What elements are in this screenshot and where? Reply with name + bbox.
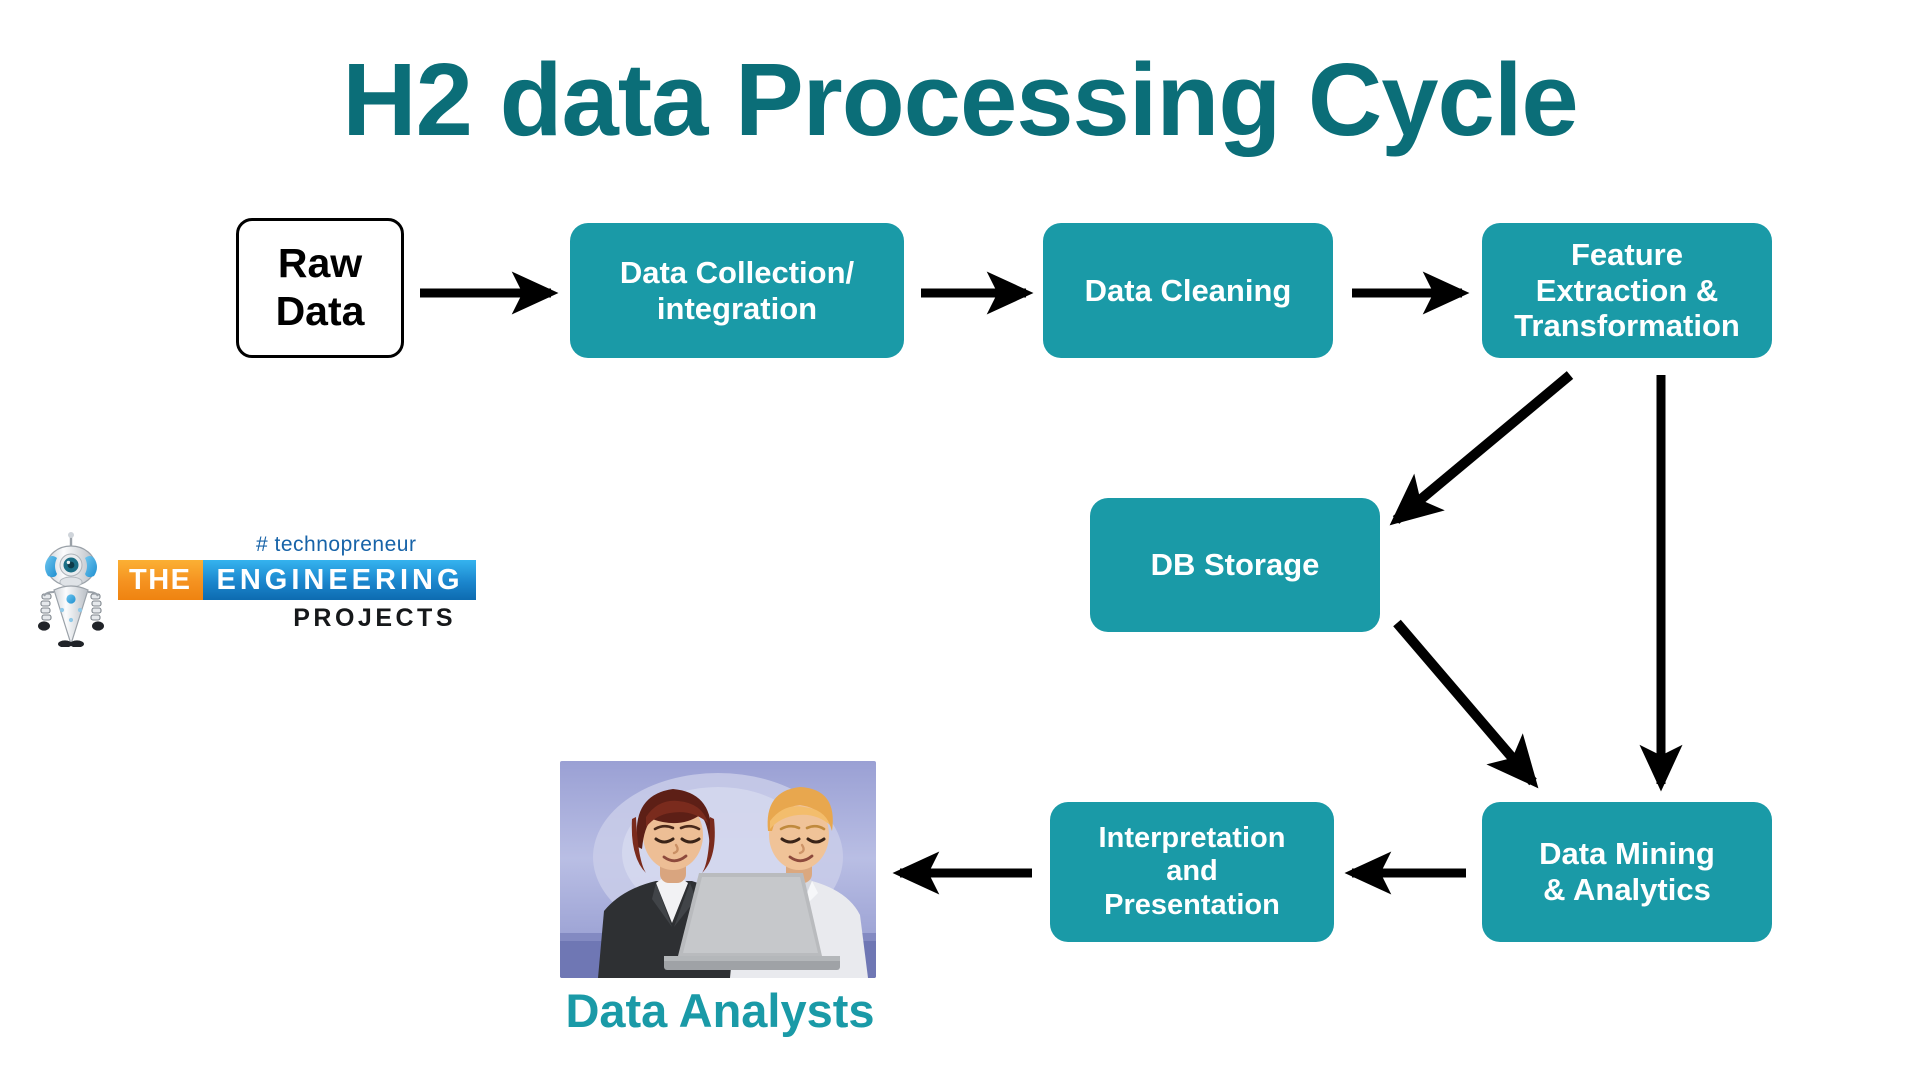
node-feature-extraction-label: Feature Extraction & Transformation: [1514, 236, 1740, 344]
node-db-storage[interactable]: DB Storage: [1090, 498, 1380, 632]
diagram-canvas: H2 data Processing Cycle Raw Data Data C…: [0, 0, 1920, 1080]
data-analysts-illustration: [560, 761, 876, 978]
node-data-mining-analytics-label: Data Mining & Analytics: [1539, 836, 1715, 907]
node-data-mining-analytics[interactable]: Data Mining & Analytics: [1482, 802, 1772, 942]
node-data-collection-label: Data Collection/ integration: [619, 254, 855, 326]
node-raw-data[interactable]: Raw Data: [236, 218, 404, 358]
logo-tagline: # technopreneur: [256, 533, 417, 556]
node-interpretation-presentation[interactable]: Interpretation and Presentation: [1050, 802, 1334, 942]
arrow-feature-to-db: [1389, 371, 1574, 526]
node-data-collection[interactable]: Data Collection/ integration: [570, 223, 904, 358]
arrow-db-to-mining: [1393, 619, 1539, 789]
data-analysts-caption: Data Analysts: [565, 984, 875, 1037]
logo-wordmark: THE ENGINEERING: [118, 560, 476, 600]
robot-mascot-icon: [34, 532, 108, 647]
logo-word-the: THE: [118, 560, 203, 600]
node-data-cleaning-label: Data Cleaning: [1084, 272, 1292, 308]
logo-word-projects: PROJECTS: [293, 604, 456, 632]
node-db-storage-label: DB Storage: [1150, 547, 1320, 583]
logo-word-engineering: ENGINEERING: [202, 560, 476, 600]
node-feature-extraction[interactable]: Feature Extraction & Transformation: [1482, 223, 1772, 358]
node-raw-data-label: Raw Data: [275, 240, 365, 334]
node-data-cleaning[interactable]: Data Cleaning: [1043, 223, 1333, 358]
node-interpretation-presentation-label: Interpretation and Presentation: [1098, 821, 1286, 921]
site-logo[interactable]: # technopreneur THE ENGINEERING PROJECTS: [34, 532, 476, 647]
page-title: H2 data Processing Cycle: [342, 42, 1578, 157]
